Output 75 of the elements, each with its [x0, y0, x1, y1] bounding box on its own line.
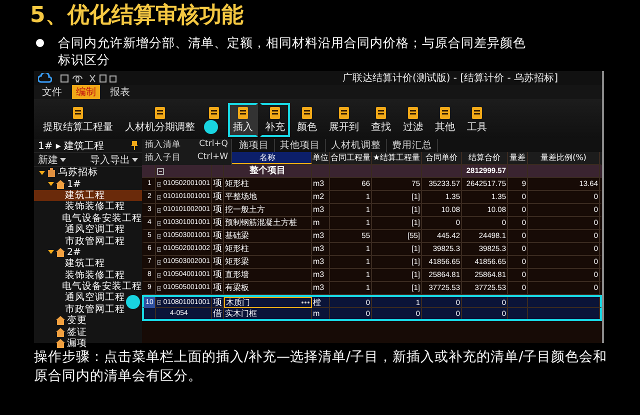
table-cell: 项: [212, 230, 224, 242]
table-cell: m3: [312, 269, 330, 281]
toolbar-button[interactable]: 查找: [366, 103, 396, 137]
column-header: 结算合价: [462, 152, 508, 164]
table-cell: m3: [312, 243, 330, 255]
tree-item[interactable]: 通风空调工程: [34, 292, 142, 304]
menu-item[interactable]: 插入清单 Ctrl+Q: [142, 139, 231, 152]
tree-item[interactable]: 电气设备安装工程: [34, 212, 142, 224]
column-header: 合同单价: [422, 152, 462, 164]
menu-item[interactable]: 插入子目 Ctrl+W: [142, 152, 231, 165]
table-cell: 项: [212, 204, 224, 216]
toolbar-button[interactable]: 插入: [228, 103, 258, 137]
table-cell: 项: [212, 256, 224, 268]
steps-text: 操作步骤：点击菜单栏上面的插入/补充—选择清单/子目，新插入或补充的清单/子目颜色会和原合同内的清单会有区分。: [34, 348, 608, 386]
table-cell: m: [312, 308, 330, 319]
bullet-text: 合同内允许新增分部、清单、定额，相同材料沿用合同内价格；与原合同差异颜色标识区分: [58, 34, 527, 68]
table-cell: 项: [212, 191, 224, 203]
table-cell: 矩形柱: [224, 243, 312, 255]
table-cell: 矩形柱: [224, 178, 312, 190]
tree-item[interactable]: 1#: [34, 178, 142, 190]
tree-item[interactable]: 电气设备安装工程: [34, 280, 142, 292]
tree-item[interactable]: 市政管网工程: [34, 304, 142, 316]
tree-item[interactable]: 变更: [34, 315, 142, 326]
tree-item[interactable]: 市政管网工程: [34, 235, 142, 247]
menu-tab[interactable]: 报表: [106, 85, 134, 99]
table-cell: m3: [312, 282, 330, 294]
table-cell: m: [312, 217, 330, 229]
window-title: 广联达结算计价(测试版) - [结算计价 - 乌苏招标]: [342, 72, 558, 85]
table-cell: m3: [312, 178, 330, 190]
toolbar-button[interactable]: 人材机分期调整: [120, 103, 200, 137]
toolbar-button[interactable]: 工具: [462, 103, 492, 137]
table-cell: 挖一般土方: [224, 204, 312, 216]
table-cell: 预制钢筋混凝土方桩: [224, 217, 312, 229]
column-header: ★结算工程量: [372, 152, 422, 164]
menu-tab[interactable]: 文件: [38, 85, 66, 99]
name-field[interactable]: 木质门: [224, 297, 312, 308]
table-cell: 实木门框: [224, 308, 312, 319]
toolbar-button[interactable]: 过滤: [398, 103, 428, 137]
table-cell: m3: [312, 256, 330, 268]
breadcrumb: 1# ▸ 建筑工程: [38, 140, 104, 152]
toolbar-button[interactable]: 其他: [430, 103, 460, 137]
action-button[interactable]: 导入导出: [90, 152, 138, 166]
toolbar-button[interactable]: 提取结算工程量: [38, 103, 118, 137]
column-header: 单位: [312, 152, 330, 164]
table-cell: m2: [312, 191, 330, 203]
table-cell: 有梁板: [224, 282, 312, 294]
toolbar-button[interactable]: 颜色: [292, 103, 322, 137]
table-cell: 项: [212, 178, 224, 190]
tree-item[interactable]: 建筑工程: [34, 258, 142, 270]
table-cell: 直形墙: [224, 269, 312, 281]
tree-item[interactable]: 装饰装修工程: [34, 270, 142, 281]
table-cell: 基础梁: [224, 230, 312, 242]
tree-item[interactable]: 通风空调工程: [34, 224, 142, 236]
column-header: 量差比例(%): [528, 152, 600, 164]
table-cell: 平整场地: [224, 191, 312, 203]
toolbar-button[interactable]: 展开到: [324, 103, 364, 137]
slide-title: 5、优化结算审核功能: [30, 2, 244, 30]
column-header: 合同工程量: [330, 152, 372, 164]
column-header: 量差: [508, 152, 528, 164]
tree-item[interactable]: 建筑工程: [34, 190, 142, 202]
tree-item[interactable]: 2#: [34, 246, 142, 258]
table-cell: 借: [212, 308, 224, 319]
toolbar-button[interactable]: 补充: [260, 103, 290, 137]
table-cell: m3: [312, 204, 330, 216]
table-cell: 项: [212, 282, 224, 294]
table-cell: 项: [212, 269, 224, 281]
table-cell: m3: [312, 230, 330, 242]
table-cell: 项: [212, 217, 224, 229]
table-cell: 矩形梁: [224, 256, 312, 268]
tree-item[interactable]: 签证: [34, 326, 142, 338]
table-cell: 项: [212, 243, 224, 255]
tree-item[interactable]: 乌苏招标: [34, 167, 142, 178]
tree-item[interactable]: 装饰装修工程: [34, 201, 142, 213]
tree-item[interactable]: 漏项: [34, 338, 142, 350]
action-button[interactable]: 新建: [38, 152, 66, 166]
